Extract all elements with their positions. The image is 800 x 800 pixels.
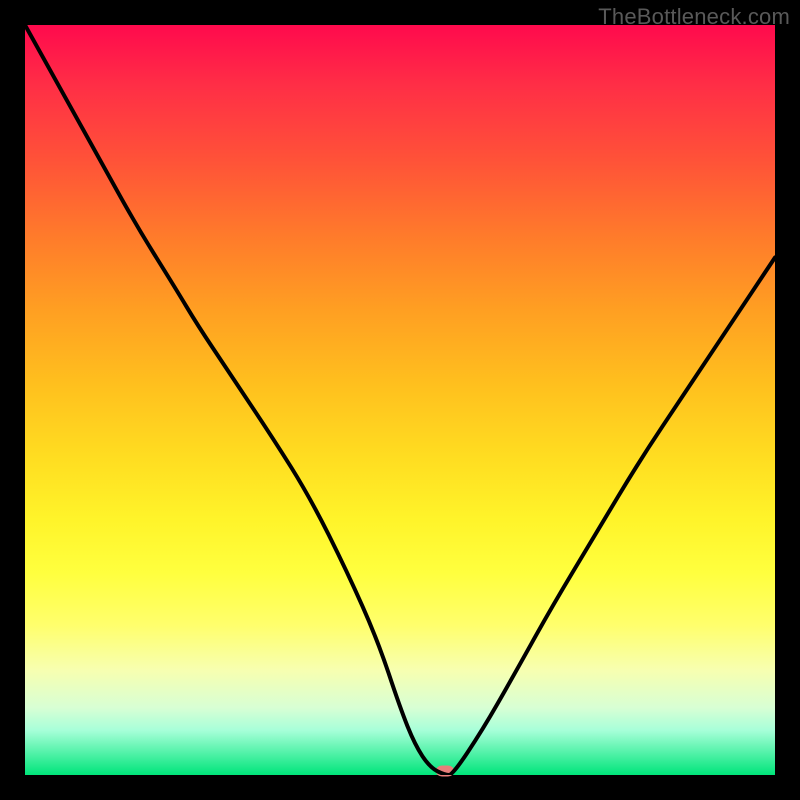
chart-frame: TheBottleneck.com (0, 0, 800, 800)
plot-area (25, 25, 775, 775)
watermark-label: TheBottleneck.com (598, 4, 790, 30)
curve-path (25, 25, 775, 775)
bottleneck-curve (25, 25, 775, 775)
